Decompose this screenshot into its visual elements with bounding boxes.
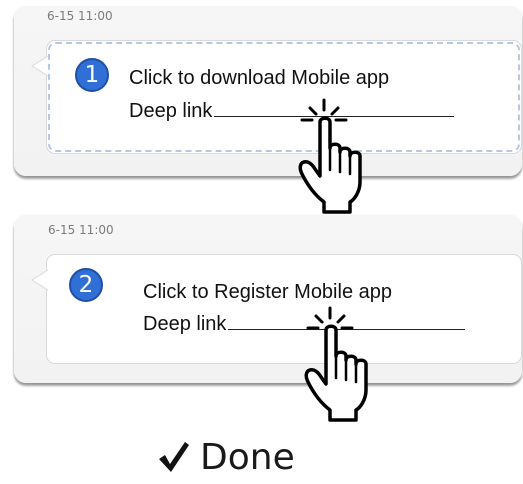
pointing-hand-click-icon: [298, 98, 362, 214]
message-timestamp: 6-15 11:00: [48, 223, 114, 237]
bubble-tail-icon: [31, 55, 49, 77]
done-label: Done: [200, 436, 295, 478]
message-bubble-1[interactable]: 1 Click to download Mobile app Deep link: [31, 40, 522, 154]
deep-link-label: Deep link: [129, 100, 213, 122]
message-bubble-2[interactable]: 2 Click to Register Mobile app Deep link: [31, 254, 522, 364]
message-card-1: 6-15 11:00 1 Click to download Mobile ap…: [14, 6, 522, 176]
message-card-2: 6-15 11:00 2 Click to Register Mobile ap…: [14, 215, 522, 383]
dashed-highlight: [48, 42, 520, 152]
message-line-1: Click to download Mobile app: [129, 67, 390, 89]
pointing-hand-click-icon: [304, 306, 368, 422]
step-number-badge: 2: [69, 268, 103, 302]
done-indicator: Done: [156, 434, 295, 480]
step-number-badge: 1: [75, 58, 109, 92]
checkmark-icon: [159, 442, 189, 472]
message-timestamp: 6-15 11:00: [47, 9, 113, 23]
deep-link-label: Deep link: [143, 313, 227, 335]
bubble-tail-icon: [31, 269, 49, 291]
